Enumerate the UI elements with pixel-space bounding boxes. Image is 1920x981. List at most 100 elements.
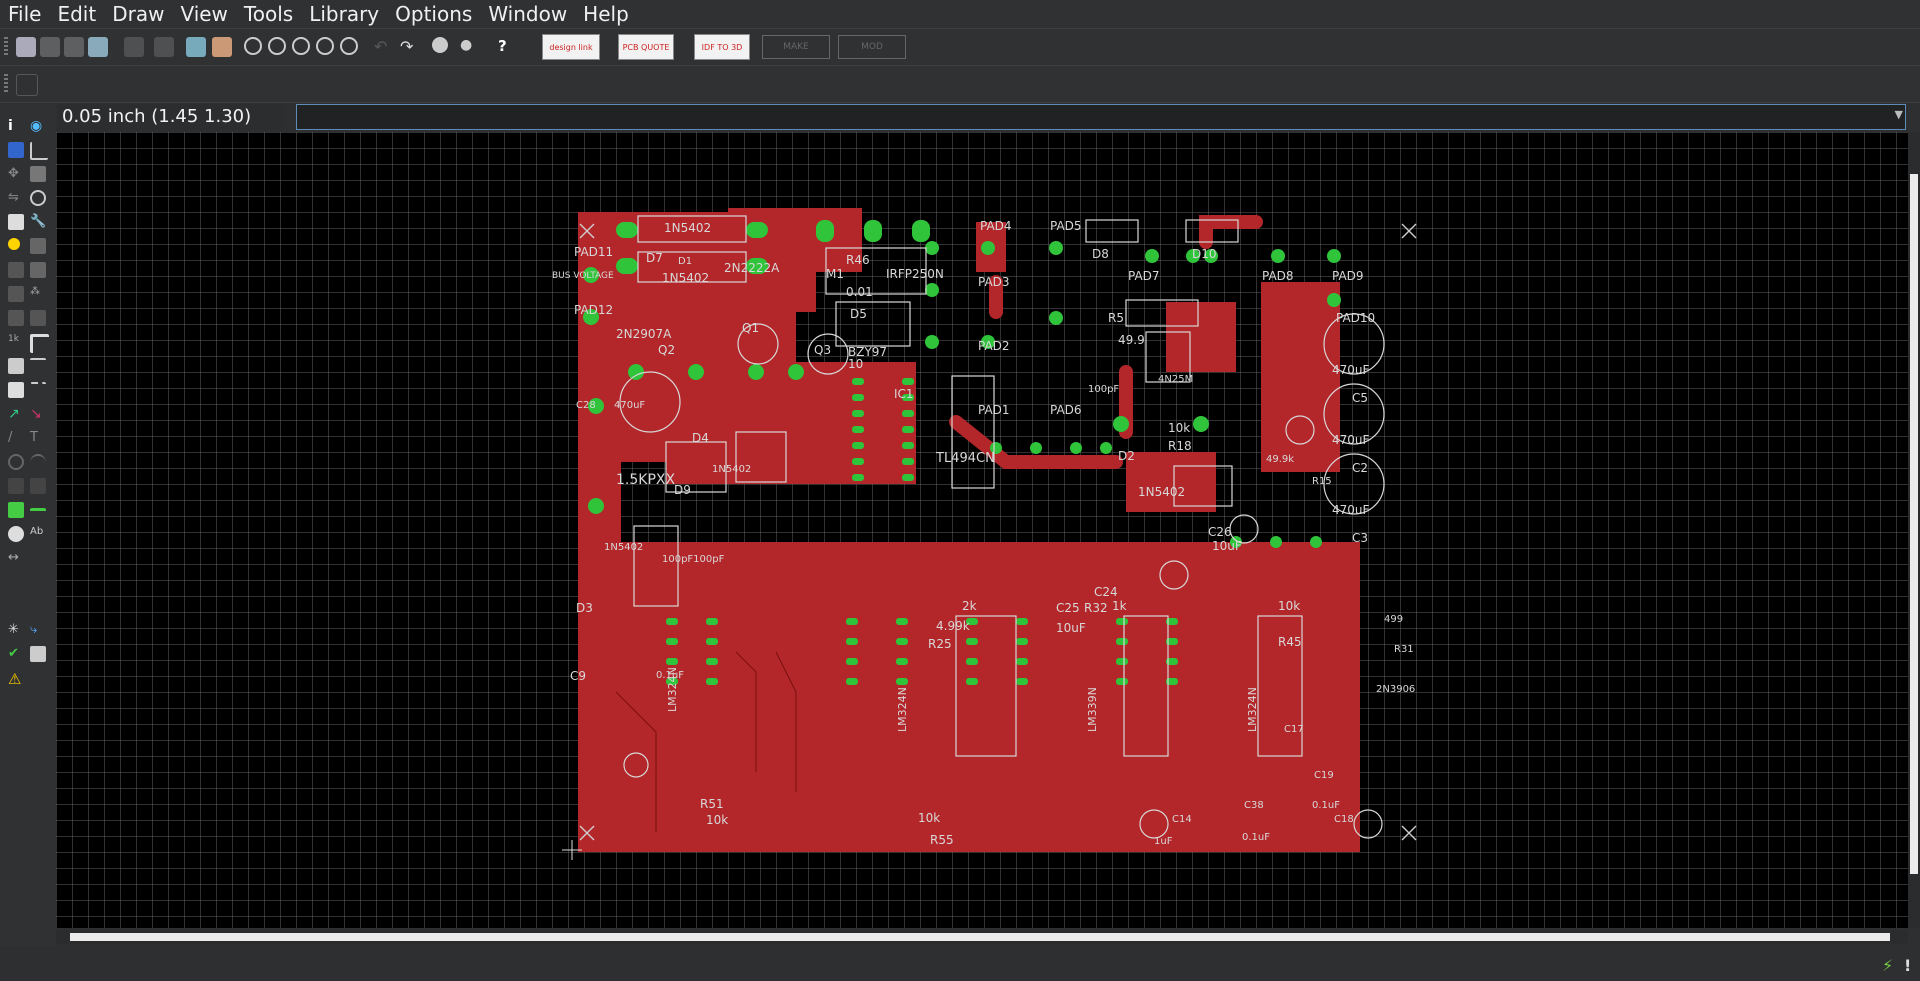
info-icon[interactable]: i bbox=[8, 118, 24, 134]
rect-icon[interactable] bbox=[8, 478, 24, 494]
add-icon[interactable] bbox=[8, 262, 24, 278]
board-switch-icon[interactable] bbox=[124, 37, 144, 57]
menu-draw[interactable]: Draw bbox=[104, 0, 172, 28]
change-icon[interactable]: 🔧 bbox=[30, 214, 46, 230]
menu-window[interactable]: Window bbox=[480, 0, 575, 28]
chevron-down-icon[interactable]: ▼ bbox=[1895, 108, 1903, 121]
menu-tools-label: Tools bbox=[243, 2, 294, 26]
menu-options[interactable]: Options bbox=[387, 0, 480, 28]
horizontal-scrollbar[interactable] bbox=[56, 930, 1908, 944]
arc-icon[interactable] bbox=[30, 454, 46, 472]
zoom-select-icon[interactable] bbox=[340, 37, 358, 55]
menu-edit[interactable]: Edit bbox=[49, 0, 104, 28]
pinswap-icon[interactable] bbox=[30, 262, 46, 278]
pcb-label: C5 bbox=[1352, 391, 1368, 405]
save-icon[interactable] bbox=[40, 37, 60, 57]
print-icon[interactable] bbox=[64, 37, 84, 57]
circle-icon[interactable] bbox=[8, 454, 24, 470]
vertical-scrollbar[interactable] bbox=[1908, 132, 1920, 928]
rotate-icon[interactable] bbox=[30, 190, 46, 206]
parameter-toolbar-grip[interactable] bbox=[4, 74, 8, 94]
lightning-icon[interactable]: ⚡ bbox=[1882, 956, 1893, 975]
library-icon[interactable] bbox=[212, 37, 232, 57]
group-icon[interactable] bbox=[8, 214, 24, 230]
pcb-label: C38 bbox=[1244, 800, 1264, 811]
menu-help[interactable]: Help bbox=[575, 0, 637, 28]
pcb-label: 2N3906 bbox=[1376, 684, 1415, 695]
ratsnest-icon[interactable]: ✳ bbox=[8, 622, 24, 638]
ripup-icon[interactable]: ↘ bbox=[30, 406, 46, 422]
mirror-icon[interactable]: ⇋ bbox=[8, 190, 24, 206]
errors-warning-icon[interactable]: ⚠ bbox=[8, 670, 24, 688]
dimension-icon[interactable]: ↔ bbox=[8, 550, 24, 566]
zoom-in-icon[interactable] bbox=[268, 37, 286, 55]
route-icon[interactable] bbox=[30, 382, 46, 400]
command-line[interactable]: ▼ bbox=[296, 104, 1906, 130]
make-button[interactable]: MAKE bbox=[762, 35, 830, 59]
script-icon[interactable] bbox=[154, 37, 174, 57]
pcb-label: D10 bbox=[1192, 247, 1217, 261]
idf-to-3d-button[interactable]: IDF TO 3D bbox=[694, 34, 750, 60]
zoom-redraw-icon[interactable] bbox=[316, 37, 334, 55]
replace-icon[interactable] bbox=[8, 286, 24, 302]
menu-view[interactable]: View bbox=[172, 0, 235, 28]
mark-icon[interactable] bbox=[30, 142, 48, 160]
smash-icon[interactable]: 1k bbox=[8, 334, 24, 350]
delete-icon[interactable] bbox=[30, 238, 46, 254]
polygon-icon[interactable] bbox=[30, 478, 46, 494]
autorouter-icon[interactable]: ⤷ bbox=[30, 622, 46, 638]
design-link-button[interactable]: design link bbox=[542, 34, 600, 60]
copy-icon[interactable] bbox=[30, 166, 46, 182]
help-icon[interactable]: ? bbox=[498, 37, 518, 57]
miter-icon[interactable] bbox=[30, 334, 49, 353]
stop-icon[interactable] bbox=[432, 37, 448, 53]
pcb-quote-button[interactable]: PCB QUOTE bbox=[618, 34, 674, 60]
drc-icon[interactable]: ✔ bbox=[8, 646, 24, 662]
display-icon[interactable] bbox=[8, 142, 24, 158]
value-icon[interactable] bbox=[30, 310, 46, 326]
zoom-fit-icon[interactable] bbox=[244, 37, 262, 55]
lock-icon[interactable]: ⁂ bbox=[30, 286, 46, 302]
grid-icon[interactable] bbox=[16, 74, 38, 96]
text-icon[interactable]: T bbox=[30, 430, 46, 446]
toolbar-grip[interactable] bbox=[4, 37, 8, 57]
zoom-out-icon[interactable] bbox=[292, 37, 310, 55]
go-icon[interactable]: ● bbox=[460, 37, 480, 57]
split-icon[interactable] bbox=[8, 358, 24, 374]
hole-icon[interactable] bbox=[8, 526, 24, 542]
wire-icon[interactable]: ↗ bbox=[8, 406, 24, 422]
erc-icon[interactable] bbox=[30, 646, 46, 662]
exclamation-icon[interactable]: ! bbox=[1904, 956, 1911, 975]
redo-icon[interactable]: ↷ bbox=[400, 37, 420, 57]
command-input[interactable] bbox=[297, 105, 1883, 129]
parameter-toolbar bbox=[0, 66, 1920, 103]
line-icon[interactable]: / bbox=[8, 430, 24, 446]
cam-icon[interactable] bbox=[88, 37, 108, 57]
show-icon[interactable]: ◉ bbox=[30, 118, 46, 134]
pcb-label: PAD9 bbox=[1332, 269, 1364, 283]
menu-tools[interactable]: Tools bbox=[236, 0, 301, 28]
horizontal-scroll-thumb[interactable] bbox=[70, 933, 1890, 941]
mod-button[interactable]: MOD bbox=[838, 35, 906, 59]
pcb-label: LM339N bbox=[1086, 687, 1099, 732]
ulp-icon[interactable] bbox=[186, 37, 206, 57]
pcb-label: D2 bbox=[1118, 449, 1135, 463]
paste-icon[interactable] bbox=[8, 238, 20, 250]
meander-icon[interactable] bbox=[8, 382, 24, 398]
board-canvas[interactable]: 1N5402 D1 D7 1N5402 PAD11 BUS VOLTAGE PA… bbox=[56, 132, 1908, 928]
vertical-scroll-thumb[interactable] bbox=[1910, 174, 1918, 874]
open-icon[interactable] bbox=[16, 37, 36, 57]
optimize-icon[interactable] bbox=[30, 358, 46, 376]
attribute-icon[interactable]: Ab bbox=[30, 526, 46, 542]
name-icon[interactable] bbox=[8, 310, 24, 326]
pcb-label: 1N5402 bbox=[604, 542, 643, 553]
signal-icon[interactable] bbox=[30, 508, 46, 527]
menu-library[interactable]: Library bbox=[301, 0, 387, 28]
pcb-label: D7 bbox=[646, 251, 663, 265]
move-icon[interactable]: ✥ bbox=[8, 166, 24, 182]
undo-icon[interactable]: ↶ bbox=[374, 37, 394, 57]
via-icon[interactable] bbox=[8, 502, 24, 518]
pcb-label: C19 bbox=[1314, 770, 1334, 781]
pcb-label: R15 bbox=[1312, 476, 1332, 487]
menu-file[interactable]: File bbox=[0, 0, 49, 28]
